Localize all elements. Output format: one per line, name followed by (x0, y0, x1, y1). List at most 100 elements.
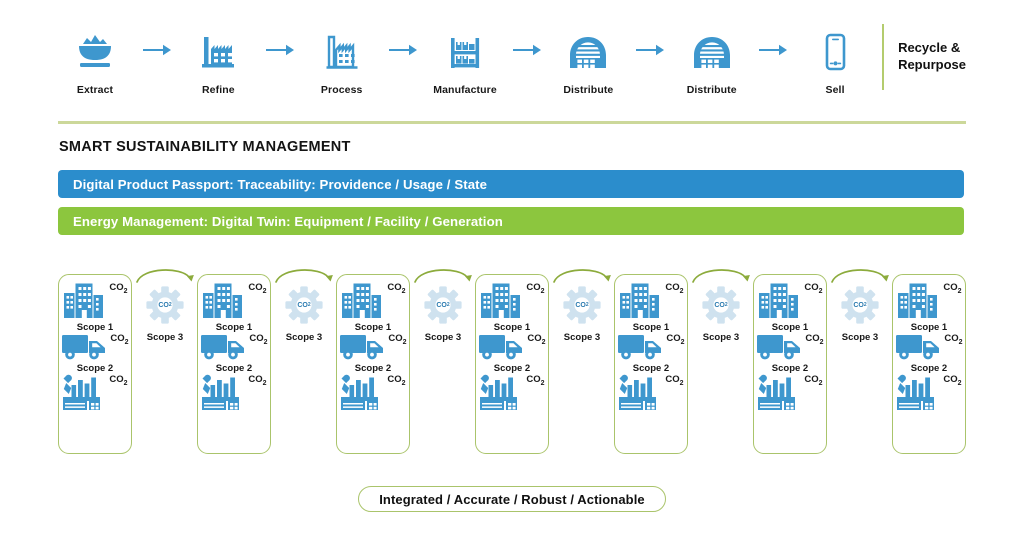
scope-label: Scope 1 (632, 322, 670, 333)
warehouse-icon (565, 24, 611, 80)
co2-label: CO2 (805, 333, 824, 346)
scope-card-5[interactable]: CO2 Scope 1 CO2 Scope 2 CO2 (614, 274, 688, 454)
factory-icon: CO2 (62, 374, 128, 410)
scope-label: Scope 1 (910, 322, 948, 333)
scope3-node-5[interactable]: CO 2 Scope 3 (691, 269, 751, 348)
office-buildings-icon: CO2 (896, 282, 962, 320)
scope3-label: Scope 3 (563, 332, 601, 343)
scope-label: Scope 1 (354, 322, 392, 333)
co2-label: CO2 (387, 282, 406, 295)
value-chain-row: Extract Refine Process Manufacture Distribut… (58, 24, 966, 112)
scope-block-1: CO2 Scope 2 (895, 333, 963, 374)
scope-block-1: CO2 Scope 2 (339, 333, 407, 374)
scope-block-1: CO2 Scope 2 (200, 333, 268, 374)
chain-step-label: Process (320, 84, 363, 96)
scope-block-2: CO2 (896, 374, 962, 410)
factory-icon: CO2 (201, 374, 267, 410)
chain-arrow-2 (255, 24, 304, 80)
scope-label: Scope 1 (76, 322, 114, 333)
chain-arrow-6 (749, 24, 798, 80)
office-buildings-icon: CO2 (757, 282, 823, 320)
scope-label: Scope 2 (493, 363, 531, 374)
chain-arrow-1 (132, 24, 181, 80)
co2-label: CO2 (527, 333, 546, 346)
delivery-truck-icon: CO2 (756, 333, 824, 361)
summary-pill: Integrated / Accurate / Robust / Actiona… (358, 486, 666, 512)
co2-label: CO2 (109, 374, 128, 387)
chain-step-label: Manufacture (433, 84, 497, 96)
scope-card-4[interactable]: CO2 Scope 1 CO2 Scope 2 CO2 (475, 274, 549, 454)
scope3-label: Scope 3 (424, 332, 462, 343)
delivery-truck-icon: CO2 (339, 333, 407, 361)
right-arrow-icon (388, 42, 418, 63)
scope3-node-3[interactable]: CO 2 Scope 3 (413, 269, 473, 348)
chain-step-extract-0[interactable]: Extract (58, 24, 132, 96)
right-arrow-icon (512, 42, 542, 63)
gear-co2-label: CO 2 (297, 301, 311, 309)
factory-icon: CO2 (479, 374, 545, 410)
scope3-label: Scope 3 (146, 332, 184, 343)
chain-arrow-3 (379, 24, 428, 80)
co2-label: CO2 (943, 282, 962, 295)
scope-card-2[interactable]: CO2 Scope 1 CO2 Scope 2 CO2 (197, 274, 271, 454)
scope-card-3[interactable]: CO2 Scope 1 CO2 Scope 2 CO2 (336, 274, 410, 454)
co2-label: CO2 (666, 333, 685, 346)
scope-block-2: CO2 (479, 374, 545, 410)
right-arrow-icon (142, 42, 172, 63)
scope-card-7[interactable]: CO2 Scope 1 CO2 Scope 2 CO2 (892, 274, 966, 454)
gear-icon: CO 2 (841, 286, 879, 329)
scope-label: Scope 1 (215, 322, 253, 333)
factory-icon: CO2 (757, 374, 823, 410)
gear-co2-label: CO 2 (714, 301, 728, 309)
scope-label: Scope 2 (910, 363, 948, 374)
delivery-truck-icon: CO2 (895, 333, 963, 361)
delivery-truck-icon: CO2 (478, 333, 546, 361)
right-arrow-icon (635, 42, 665, 63)
co2-label: CO2 (944, 333, 963, 346)
chain-step-refine-1[interactable]: Refine (181, 24, 255, 96)
scope3-node-1[interactable]: CO 2 Scope 3 (135, 269, 195, 348)
chain-step-label: Distribute (686, 84, 737, 96)
banner-energy-management: Energy Management: Digital Twin: Equipme… (58, 207, 964, 235)
chain-step-label: Refine (201, 84, 235, 96)
co2-label: CO2 (248, 374, 267, 387)
chain-step-distribute-5[interactable]: Distribute (675, 24, 749, 96)
scope3-node-6[interactable]: CO 2 Scope 3 (830, 269, 890, 348)
scope3-label: Scope 3 (285, 332, 323, 343)
scope-block-2: CO2 (62, 374, 128, 410)
delivery-truck-icon: CO2 (617, 333, 685, 361)
gear-icon: CO 2 (702, 286, 740, 329)
delivery-truck-icon: CO2 (200, 333, 268, 361)
horizontal-divider (58, 121, 966, 124)
scope-block-0: CO2 Scope 1 (896, 282, 962, 333)
office-buildings-icon: CO2 (201, 282, 267, 320)
scope3-node-2[interactable]: CO 2 Scope 3 (274, 269, 334, 348)
scope-label: Scope 2 (632, 363, 670, 374)
chain-step-process-2[interactable]: Process (305, 24, 379, 96)
scope-block-1: CO2 Scope 2 (61, 333, 129, 374)
scope-block-1: CO2 Scope 2 (756, 333, 824, 374)
right-arrow-icon (758, 42, 788, 63)
chain-step-manufacture-3[interactable]: Manufacture (428, 24, 502, 96)
co2-label: CO2 (248, 282, 267, 295)
scope-block-1: CO2 Scope 2 (478, 333, 546, 374)
scope-card-1[interactable]: CO2 Scope 1 CO2 Scope 2 CO2 (58, 274, 132, 454)
scope-block-2: CO2 (757, 374, 823, 410)
co2-label: CO2 (943, 374, 962, 387)
co2-label: CO2 (804, 282, 823, 295)
factory-outline-icon (319, 24, 365, 80)
scope-label: Scope 1 (771, 322, 809, 333)
chain-step-sell-6[interactable]: Sell (798, 24, 872, 96)
chain-step-label: Extract (76, 84, 114, 96)
scope3-node-4[interactable]: CO 2 Scope 3 (552, 269, 612, 348)
scope-label: Scope 2 (215, 363, 253, 374)
scope-block-0: CO2 Scope 1 (340, 282, 406, 333)
chain-step-distribute-4[interactable]: Distribute (551, 24, 625, 96)
recycle-repurpose-label: Recycle & Repurpose (898, 40, 966, 72)
co2-label: CO2 (665, 374, 684, 387)
factory-icon: CO2 (340, 374, 406, 410)
scope-card-6[interactable]: CO2 Scope 1 CO2 Scope 2 CO2 (753, 274, 827, 454)
chain-arrow-4 (502, 24, 551, 80)
scope-block-0: CO2 Scope 1 (618, 282, 684, 333)
gear-icon: CO 2 (146, 286, 184, 329)
